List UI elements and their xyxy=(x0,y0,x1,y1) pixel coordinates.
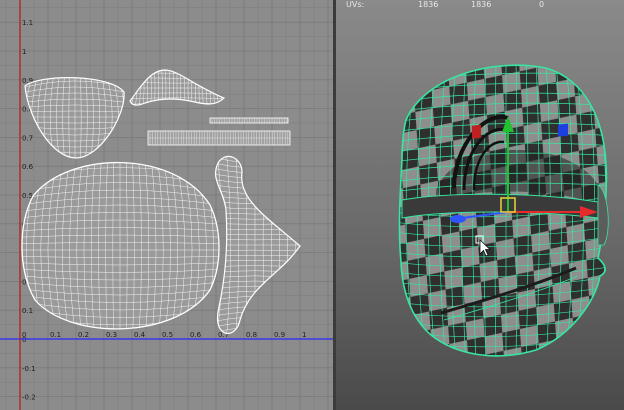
hud-uvs-value-1: 1836 xyxy=(418,0,439,9)
uv-layout-app: 0 0.1 0.2 0.3 0.4 0.5 0.6 0.7 0.8 0.9 1 1.1 1 0.9 0.8 0… xyxy=(0,0,624,410)
uv-shell-strip-top[interactable] xyxy=(209,117,289,124)
uv-v-tick-label: -0.1 xyxy=(22,365,36,373)
uv-u-tick-label: 0.3 xyxy=(106,331,117,339)
hud-uvs-value-2: 1836 xyxy=(471,0,492,9)
uv-shell-face[interactable] xyxy=(0,138,243,363)
manipulator-z-arrow[interactable] xyxy=(450,215,466,223)
uv-canvas[interactable]: 0 0.1 0.2 0.3 0.4 0.5 0.6 0.7 0.8 0.9 11.110.90.80… xyxy=(0,0,333,410)
uv-v-tick-label: 1.1 xyxy=(22,19,33,27)
uv-v-tick-label: 1 xyxy=(22,48,26,56)
uv-u-tick-label: 0.6 xyxy=(190,331,202,339)
uv-u-tick-label: 0.9 xyxy=(274,331,285,339)
uv-shell-side[interactable] xyxy=(205,145,305,345)
texture-marker-blue xyxy=(558,123,568,137)
uv-shell-strip-long[interactable] xyxy=(147,130,291,146)
hud-uvs-value-3: 0 xyxy=(539,0,545,9)
uv-v-tick-label: 0 xyxy=(22,336,26,344)
perspective-viewport[interactable]: UVs: 1836 1836 0 xyxy=(336,0,624,410)
viewport-canvas[interactable] xyxy=(336,0,624,410)
uv-u-tick-label: 0.2 xyxy=(78,331,89,339)
uv-v-tick-label: 0.7 xyxy=(22,134,33,142)
heads-up-display: UVs: 1836 1836 0 xyxy=(336,0,624,12)
uv-v-tick-label: 0.1 xyxy=(22,307,33,315)
uv-u-tick-label: 0.1 xyxy=(50,331,61,339)
uv-u-tick-label: 0.4 xyxy=(134,331,146,339)
uv-u-tick-label: 1 xyxy=(302,331,306,339)
texture-marker-red xyxy=(472,124,481,139)
uv-u-tick-label: 0.5 xyxy=(162,331,173,339)
hud-uvs-label: UVs: xyxy=(346,0,365,9)
uv-texture-editor[interactable]: 0 0.1 0.2 0.3 0.4 0.5 0.6 0.7 0.8 0.9 1 1.1 1 0.9 0.8 0… xyxy=(0,0,333,410)
uv-v-tick-label: 0.6 xyxy=(22,163,34,171)
uv-u-tick-label: 0.8 xyxy=(246,331,257,339)
uv-v-tick-label: -0.2 xyxy=(22,394,36,402)
uv-shell-nose[interactable] xyxy=(125,65,230,110)
uv-shells[interactable] xyxy=(0,63,305,363)
